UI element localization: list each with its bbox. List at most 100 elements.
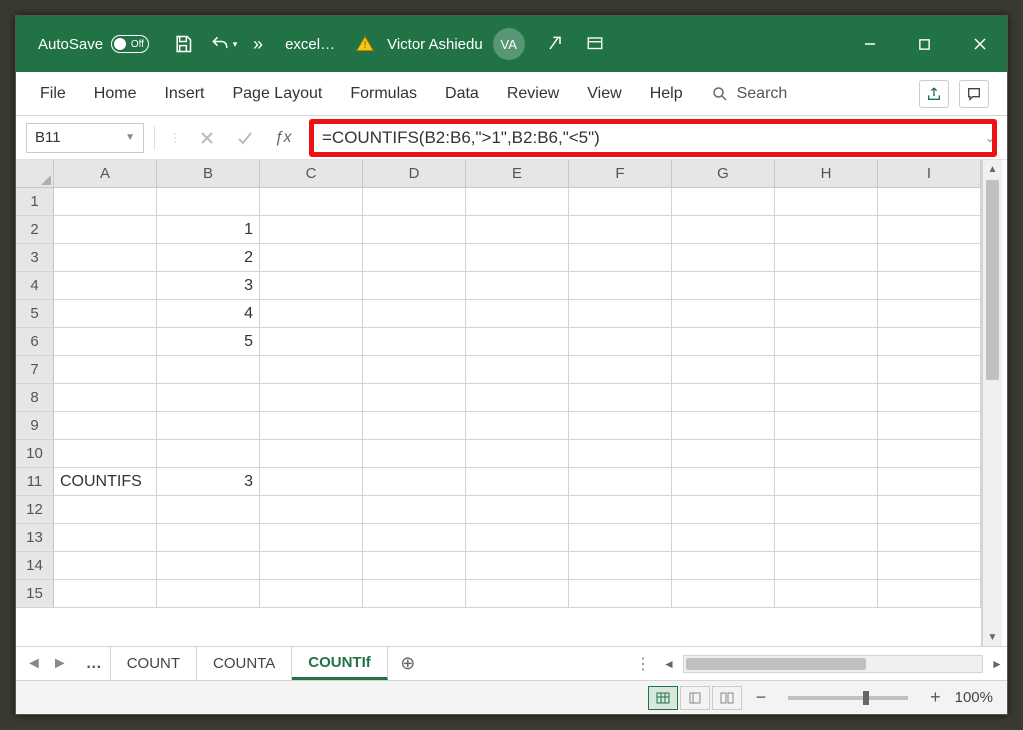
scroll-down-arrow[interactable]: ▼ — [983, 628, 1002, 646]
column-header[interactable]: C — [260, 160, 363, 188]
cell[interactable] — [569, 188, 672, 216]
sheetbar-splitter[interactable]: ⋮ — [627, 654, 659, 674]
cell[interactable] — [672, 440, 775, 468]
cell[interactable] — [54, 524, 157, 552]
cell[interactable] — [672, 244, 775, 272]
cell[interactable] — [878, 188, 981, 216]
cell[interactable] — [466, 440, 569, 468]
cell[interactable] — [569, 468, 672, 496]
cell[interactable] — [363, 272, 466, 300]
cell[interactable] — [569, 412, 672, 440]
row-header[interactable]: 8 — [16, 384, 54, 412]
zoom-handle[interactable] — [863, 691, 869, 705]
row-header[interactable]: 9 — [16, 412, 54, 440]
cell[interactable] — [466, 216, 569, 244]
column-header[interactable]: F — [569, 160, 672, 188]
cell[interactable] — [54, 328, 157, 356]
cell[interactable] — [54, 216, 157, 244]
cell[interactable] — [466, 300, 569, 328]
cell[interactable] — [672, 552, 775, 580]
cell[interactable] — [466, 468, 569, 496]
cell[interactable] — [775, 412, 878, 440]
cell[interactable] — [672, 272, 775, 300]
vscroll-thumb[interactable] — [986, 180, 999, 380]
cell[interactable] — [775, 524, 878, 552]
cell[interactable] — [775, 440, 878, 468]
zoom-out-button[interactable]: − — [752, 687, 771, 708]
column-header[interactable]: E — [466, 160, 569, 188]
select-all-corner[interactable] — [16, 160, 54, 188]
insert-function-button[interactable]: ƒx — [267, 123, 299, 153]
cell[interactable] — [260, 188, 363, 216]
name-box[interactable]: B11 ▼ — [26, 123, 144, 153]
formula-input[interactable]: =COUNTIFS(B2:B6,">1",B2:B6,"<5") — [309, 119, 997, 157]
cell[interactable] — [260, 272, 363, 300]
cell[interactable] — [569, 552, 672, 580]
cell[interactable] — [54, 272, 157, 300]
sheet-tab-counta[interactable]: COUNTA — [197, 647, 292, 680]
cell[interactable] — [363, 524, 466, 552]
new-sheet-button[interactable]: ⊕ — [388, 647, 428, 680]
page-layout-view-button[interactable] — [680, 686, 710, 710]
cell[interactable] — [54, 384, 157, 412]
cancel-formula-button[interactable] — [191, 123, 223, 153]
cell[interactable] — [878, 496, 981, 524]
cell[interactable] — [775, 244, 878, 272]
cell[interactable] — [775, 384, 878, 412]
row-header[interactable]: 1 — [16, 188, 54, 216]
maximize-button[interactable] — [897, 16, 952, 72]
cell[interactable] — [54, 496, 157, 524]
cell[interactable] — [363, 328, 466, 356]
share-button[interactable] — [919, 80, 949, 108]
cell[interactable] — [878, 244, 981, 272]
cell[interactable] — [260, 496, 363, 524]
cell[interactable] — [54, 440, 157, 468]
cell[interactable] — [54, 552, 157, 580]
quick-mode-button[interactable] — [537, 26, 573, 62]
cell[interactable] — [54, 244, 157, 272]
cell[interactable] — [260, 328, 363, 356]
cell[interactable] — [157, 356, 260, 384]
cell[interactable] — [569, 580, 672, 608]
column-header[interactable]: A — [54, 160, 157, 188]
undo-button[interactable]: ▾ — [205, 26, 241, 62]
cell[interactable] — [260, 384, 363, 412]
cell[interactable] — [775, 356, 878, 384]
save-button[interactable] — [165, 26, 201, 62]
cell[interactable] — [363, 412, 466, 440]
column-header[interactable]: D — [363, 160, 466, 188]
cell[interactable] — [157, 496, 260, 524]
cell[interactable] — [878, 468, 981, 496]
cell[interactable] — [672, 328, 775, 356]
cell[interactable]: 2 — [157, 244, 260, 272]
cell[interactable] — [672, 412, 775, 440]
row-header[interactable]: 5 — [16, 300, 54, 328]
cell[interactable] — [466, 580, 569, 608]
zoom-level[interactable]: 100% — [955, 689, 993, 706]
cell[interactable] — [775, 216, 878, 244]
cell[interactable] — [878, 300, 981, 328]
zoom-slider[interactable] — [788, 696, 908, 700]
cell[interactable] — [569, 384, 672, 412]
cell[interactable] — [363, 188, 466, 216]
tab-data[interactable]: Data — [431, 72, 493, 115]
cell[interactable] — [363, 384, 466, 412]
cell[interactable] — [260, 440, 363, 468]
column-header[interactable]: I — [878, 160, 981, 188]
cell[interactable] — [466, 356, 569, 384]
tab-file[interactable]: File — [26, 72, 80, 115]
cell[interactable] — [363, 552, 466, 580]
tab-page-layout[interactable]: Page Layout — [218, 72, 336, 115]
cell[interactable] — [260, 580, 363, 608]
cell[interactable] — [672, 188, 775, 216]
cell[interactable] — [569, 440, 672, 468]
autosave-toggle[interactable]: Off — [111, 35, 149, 53]
page-break-view-button[interactable] — [712, 686, 742, 710]
cell[interactable] — [363, 216, 466, 244]
autosave-control[interactable]: AutoSave Off — [16, 35, 163, 53]
cell[interactable] — [363, 244, 466, 272]
cell[interactable] — [363, 580, 466, 608]
cell[interactable] — [672, 384, 775, 412]
cell[interactable] — [878, 580, 981, 608]
horizontal-scrollbar[interactable] — [683, 655, 983, 673]
